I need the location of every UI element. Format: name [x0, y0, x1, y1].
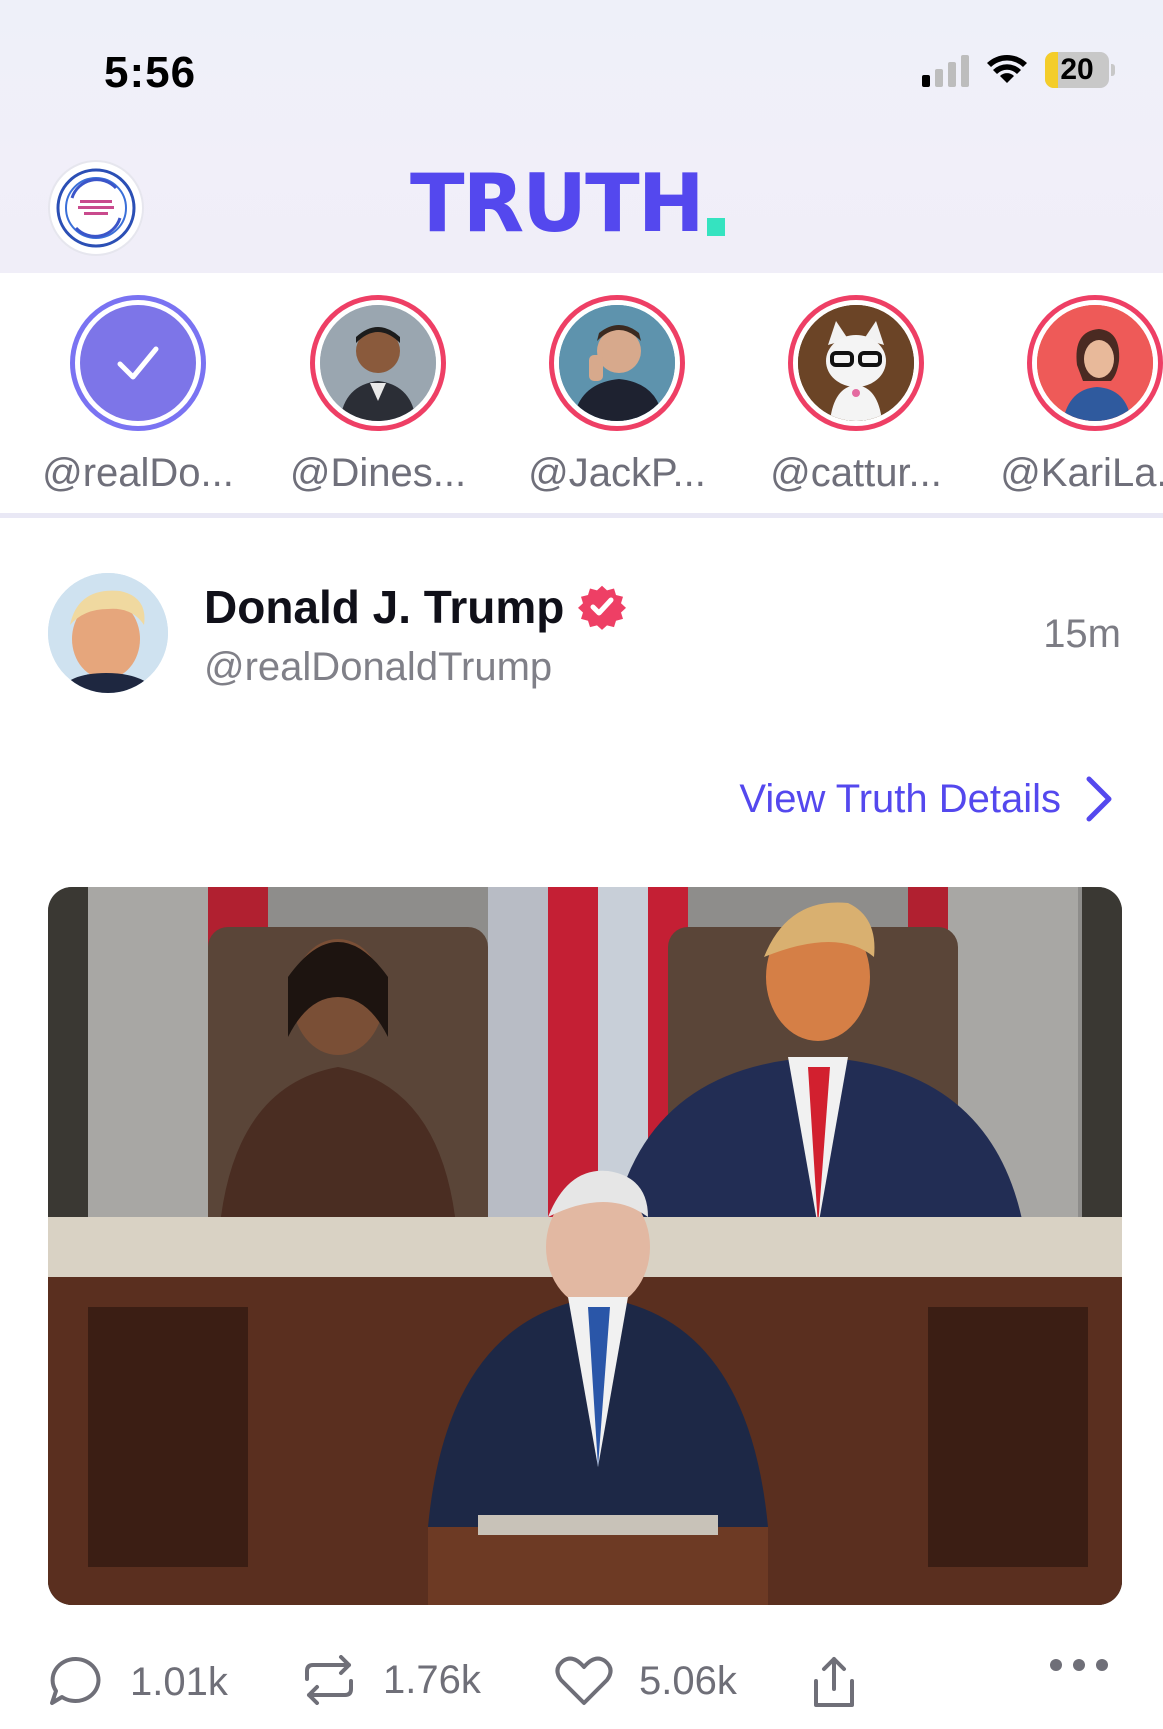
story-item[interactable]: @cattur...: [736, 295, 976, 496]
profile-avatar-button[interactable]: [48, 160, 144, 256]
like-count: 5.06k: [639, 1658, 737, 1703]
story-avatar: [559, 305, 675, 421]
check-icon: [117, 346, 159, 380]
story-handle: @cattur...: [770, 451, 942, 495]
story-avatar-image: [320, 305, 436, 421]
post-author-name[interactable]: Donald J. Trump: [204, 580, 564, 634]
signal-icon: [922, 53, 969, 87]
story-item-self[interactable]: @realDo...: [18, 295, 258, 496]
more-icon: [1050, 1659, 1108, 1671]
post-image[interactable]: [48, 887, 1122, 1605]
story-avatar-image: [559, 305, 675, 421]
stories-row: @realDo... @Dines... @JackP... @cattur..…: [0, 273, 1163, 518]
view-truth-details-link[interactable]: View Truth Details: [739, 775, 1113, 823]
retruth-button[interactable]: 1.76k: [301, 1655, 481, 1705]
status-icons: 20: [922, 52, 1115, 88]
story-ring: [788, 295, 924, 431]
like-icon: [555, 1656, 613, 1705]
post-author-handle[interactable]: @realDonaldTrump: [204, 645, 552, 690]
story-avatar-image: [798, 305, 914, 421]
story-avatar: [320, 305, 436, 421]
reply-count: 1.01k: [130, 1659, 228, 1704]
verified-badge-icon: [578, 585, 627, 630]
reply-icon: [50, 1656, 101, 1705]
story-handle: @realDo...: [42, 451, 234, 495]
post-author-avatar[interactable]: [48, 573, 168, 693]
story-handle: @Dines...: [289, 451, 467, 495]
logo-text: TRUTH: [410, 157, 705, 250]
share-icon: [814, 1657, 854, 1707]
story-avatar: [80, 305, 196, 421]
view-truth-details-label: View Truth Details: [739, 776, 1061, 821]
reply-button[interactable]: 1.01k: [48, 1655, 228, 1709]
truth-logo: TRUTH: [410, 160, 725, 244]
story-handle: @JackP...: [528, 451, 706, 495]
story-avatar-image: [1037, 305, 1153, 421]
post-actions: 1.01k 1.76k 5.06k: [48, 1655, 1122, 1715]
story-ring: [549, 295, 685, 431]
profile-avatar-image: [56, 168, 136, 248]
post-image-graphic: [48, 887, 1122, 1605]
logo-dot: [706, 218, 725, 236]
wifi-icon: [987, 55, 1027, 83]
story-ring: [1027, 295, 1163, 431]
story-item[interactable]: @Dines...: [258, 295, 498, 496]
status-time: 5:56: [104, 48, 197, 97]
story-handle: @KariLa...: [1000, 451, 1163, 495]
more-button[interactable]: [1048, 1655, 1110, 1675]
post-timestamp: 15m: [1043, 612, 1121, 656]
story-ring: [70, 295, 206, 431]
like-button[interactable]: 5.06k: [555, 1655, 737, 1707]
story-avatar: [798, 305, 914, 421]
story-avatar: [1037, 305, 1153, 421]
battery-icon: 20: [1045, 52, 1115, 88]
post-author-row: Donald J. Trump: [204, 580, 627, 634]
post-author-avatar-image: [48, 573, 168, 693]
retruth-count: 1.76k: [383, 1657, 481, 1702]
story-item[interactable]: @KariLa...: [975, 295, 1163, 496]
story-item[interactable]: @JackP...: [497, 295, 737, 496]
battery-level: 20: [1060, 53, 1094, 86]
share-button[interactable]: [812, 1655, 856, 1709]
retruth-icon: [305, 1655, 353, 1705]
story-ring: [310, 295, 446, 431]
chevron-right-icon: [1086, 776, 1112, 822]
